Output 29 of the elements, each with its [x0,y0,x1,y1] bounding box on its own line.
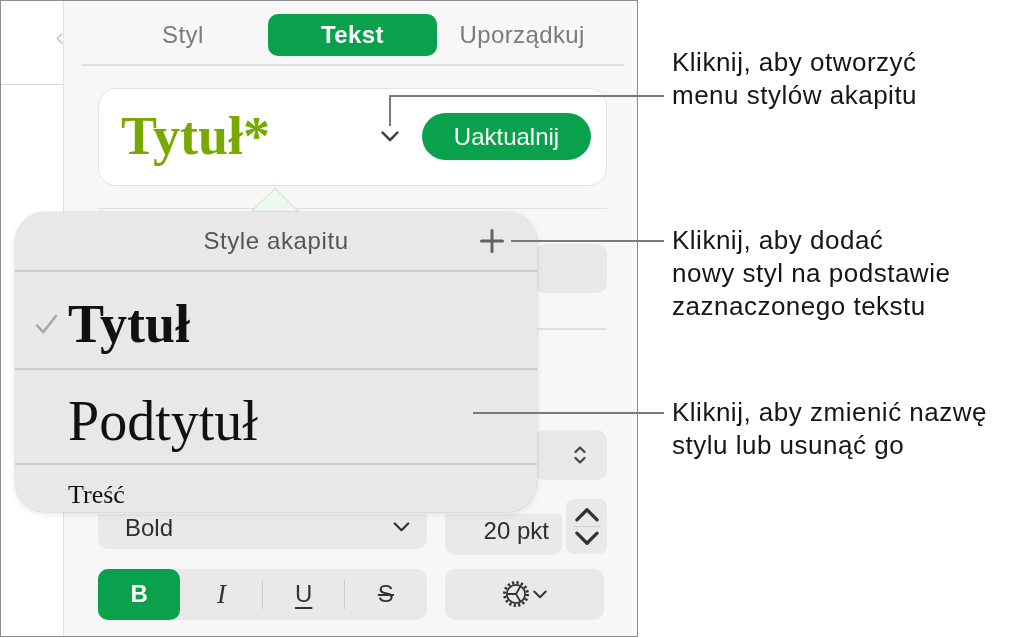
plus-icon[interactable] [480,229,504,253]
chevron-left-icon [56,33,63,44]
chevron-down-icon [393,521,410,532]
tab[interactable]: Uporządkuj [437,14,607,56]
input-field[interactable] [534,244,607,293]
chevron-down-icon [533,589,547,599]
style-menu-item[interactable]: Podtytuł [15,370,537,465]
stepper[interactable] [566,498,607,554]
gear-menu-button[interactable] [445,568,604,620]
chevron-up-icon [573,506,600,522]
style-name: Tytuł* [121,106,272,167]
triangle-icon [250,187,300,212]
gear-icon [502,580,530,608]
format-button[interactable]: I [180,568,263,620]
format-button[interactable]: U [262,568,345,620]
font-size-field[interactable]: 20 pkt [445,513,562,555]
callout-text: Kliknij, aby otworzyć menu stylów akapitu [672,46,919,112]
popover-title: Style akapitu [203,227,349,255]
tab[interactable]: Styl [98,14,268,56]
chevron-down-icon [573,530,600,546]
style-menu-item[interactable]: Tytuł [15,272,537,370]
style-menu-item[interactable]: Treść [15,465,537,512]
updown-chevron-icon [574,444,586,465]
format-button[interactable]: S [344,568,427,620]
font-style-dropdown[interactable]: Bold [98,513,427,549]
callout-text: Kliknij, aby zmienić nazwę stylu lub usunąć go [672,396,987,462]
chevron-down-icon[interactable] [381,131,399,142]
check-icon [35,313,58,335]
callout-text: Kliknij, aby dodać nowy styl na podstawie zaznaczonego tekstu [672,224,952,323]
